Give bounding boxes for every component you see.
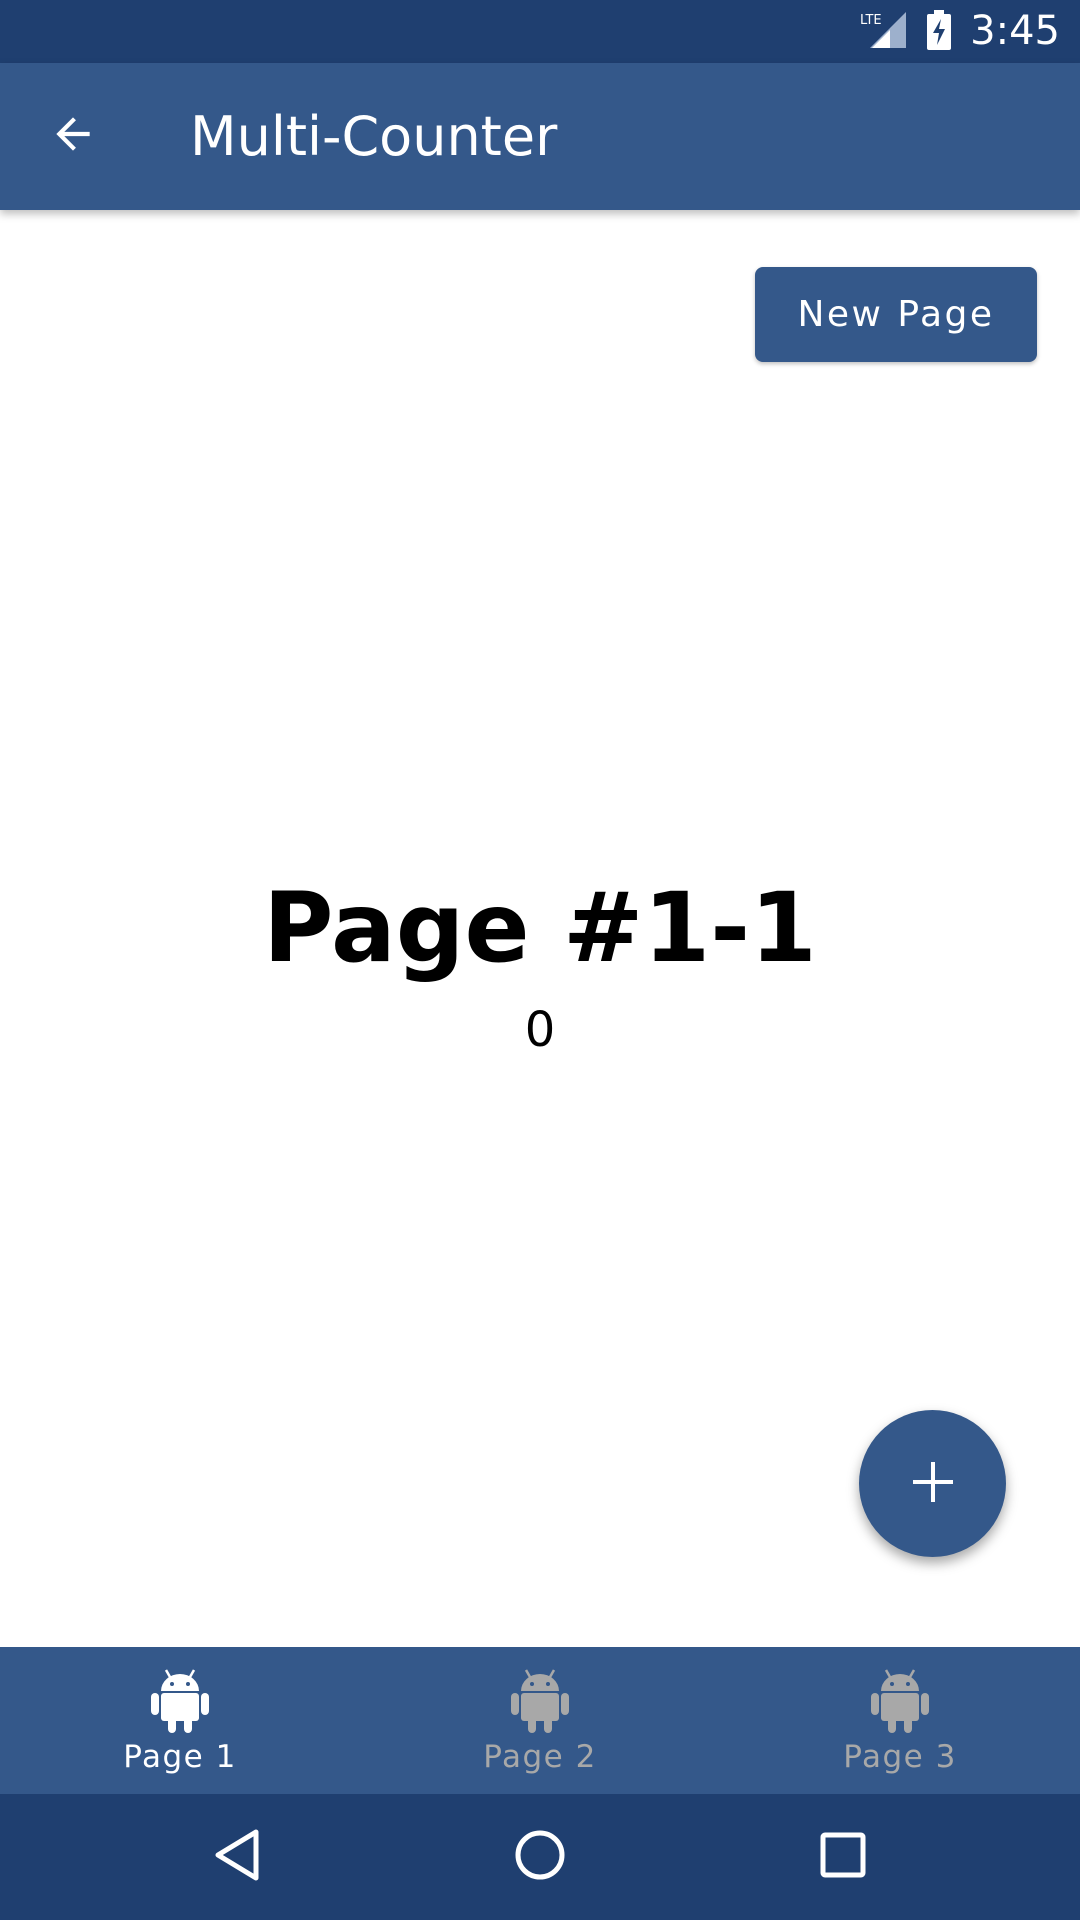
nav-recents-icon [819, 1831, 867, 1883]
battery-charging-icon [926, 9, 952, 54]
system-recents-button[interactable] [803, 1817, 883, 1897]
nav-item-page-3[interactable]: Page 3 [720, 1647, 1080, 1794]
plus-icon [911, 1460, 955, 1507]
nav-item-label: Page 1 [123, 1739, 237, 1775]
new-page-button[interactable]: New Page [755, 267, 1037, 362]
android-icon [511, 1667, 569, 1733]
app-bar: Multi-Counter [0, 63, 1080, 210]
status-icons: LTE 3:45 [860, 0, 1060, 63]
nav-item-label: Page 3 [843, 1739, 957, 1775]
nav-item-page-1[interactable]: Page 1 [0, 1647, 360, 1794]
nav-item-label: Page 2 [483, 1739, 597, 1775]
back-button[interactable] [28, 91, 118, 181]
counter-value: 0 [524, 1002, 556, 1058]
android-icon [151, 1667, 209, 1733]
arrow-back-icon [48, 109, 98, 163]
system-home-button[interactable] [500, 1817, 580, 1897]
status-time: 3:45 [970, 8, 1060, 54]
app-title: Multi-Counter [190, 105, 558, 168]
system-navigation-bar [0, 1794, 1080, 1920]
nav-home-icon [513, 1828, 567, 1886]
android-icon [871, 1667, 929, 1733]
svg-text:LTE: LTE [860, 13, 882, 28]
nav-item-page-2[interactable]: Page 2 [360, 1647, 720, 1794]
bottom-navigation: Page 1 Page 2 Page 3 [0, 1647, 1080, 1794]
system-back-button[interactable] [197, 1817, 277, 1897]
increment-fab-button[interactable] [859, 1410, 1006, 1557]
lte-signal-icon: LTE [860, 10, 908, 54]
status-bar: LTE 3:45 [0, 0, 1080, 63]
page-title: Page #1-1 [263, 872, 817, 984]
nav-back-icon [212, 1828, 262, 1886]
